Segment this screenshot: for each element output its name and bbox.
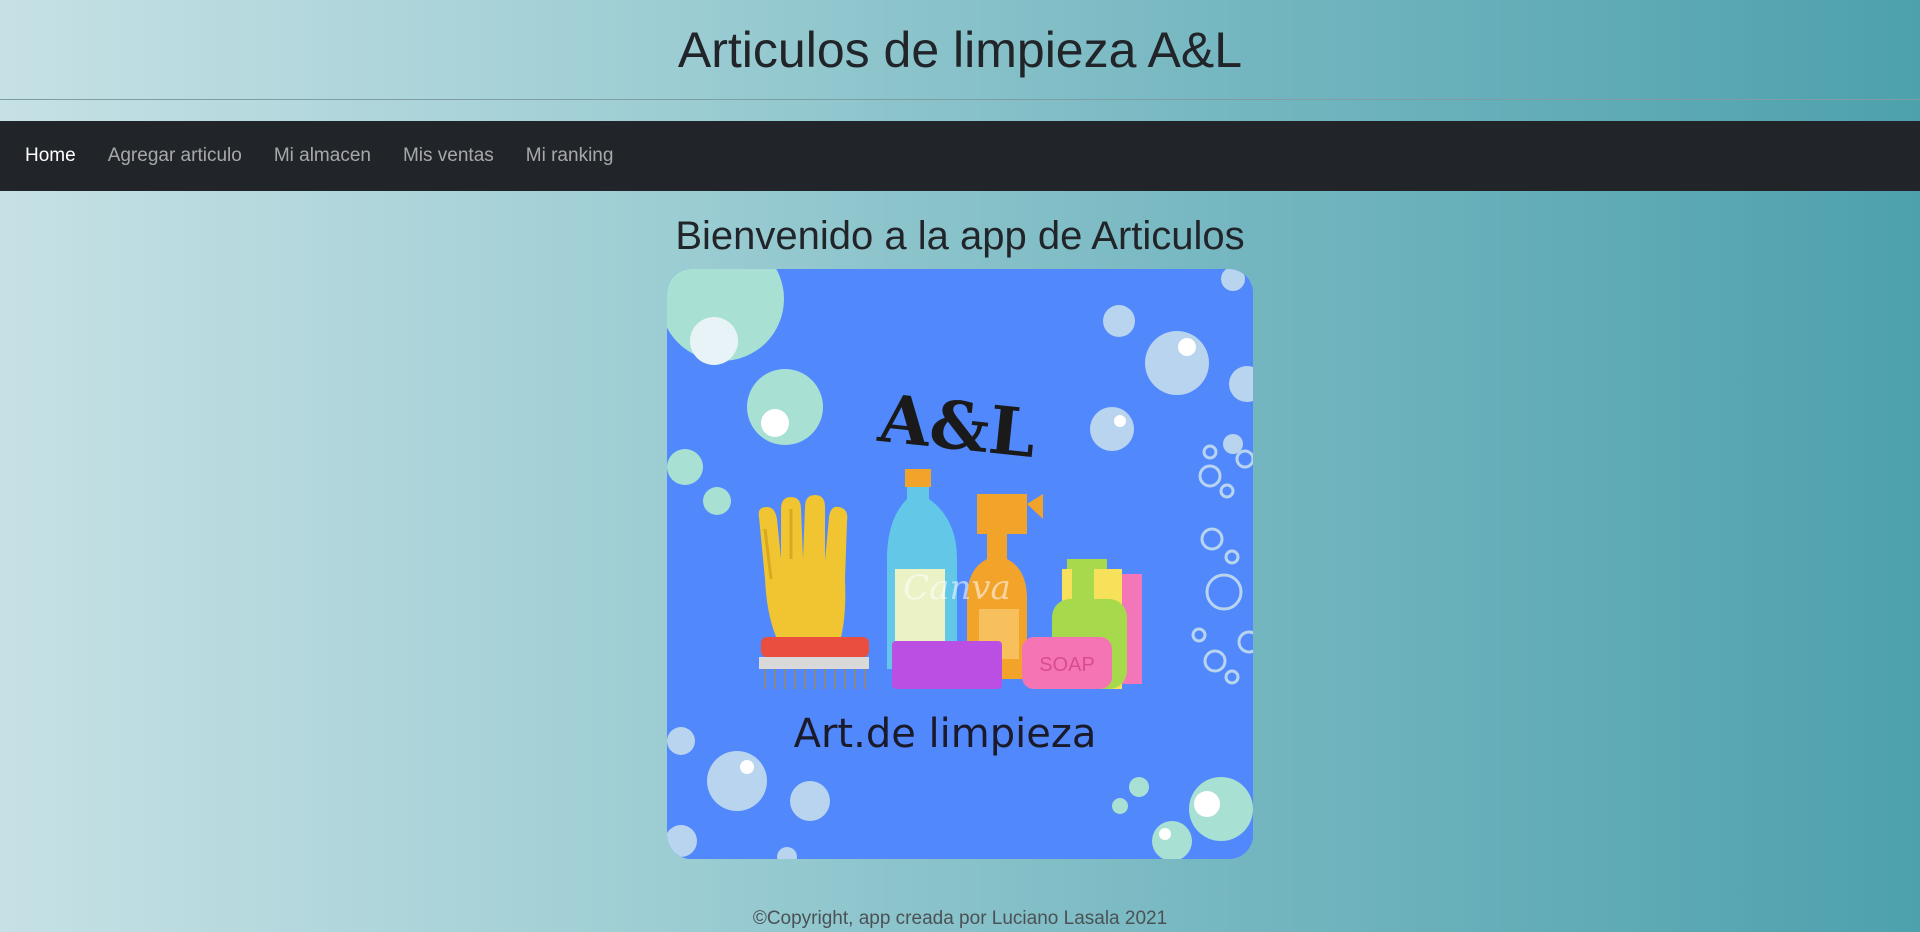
footer-copyright: ©Copyright, app creada por Luciano Lasal…	[752, 908, 1168, 929]
brand-caption: Art.de limpieza	[794, 711, 1097, 757]
nav-item-agregar-articulo[interactable]: Agregar articulo	[108, 145, 242, 167]
soap-label: SOAP	[1039, 654, 1095, 676]
brand-text: A&L	[874, 379, 1039, 473]
nav-item-mis-ventas[interactable]: Mis ventas	[403, 145, 494, 167]
nav-item-mi-almacen[interactable]: Mi almacen	[274, 145, 371, 167]
site-header: Articulos de limpieza A&L	[0, 0, 1920, 100]
canva-watermark: Canva	[903, 568, 1011, 608]
brand-logo-image: A&L SOAP Canva Art.de limpieza	[667, 269, 1253, 859]
nav-item-mi-ranking[interactable]: Mi ranking	[526, 145, 614, 167]
nav-item-home[interactable]: Home	[25, 145, 76, 167]
welcome-heading: Bienvenido a la app de Articulos	[675, 214, 1245, 258]
site-title: Articulos de limpieza A&L	[677, 22, 1243, 78]
main-navbar: Home Agregar articulo Mi almacen Mis ven…	[0, 121, 1920, 191]
